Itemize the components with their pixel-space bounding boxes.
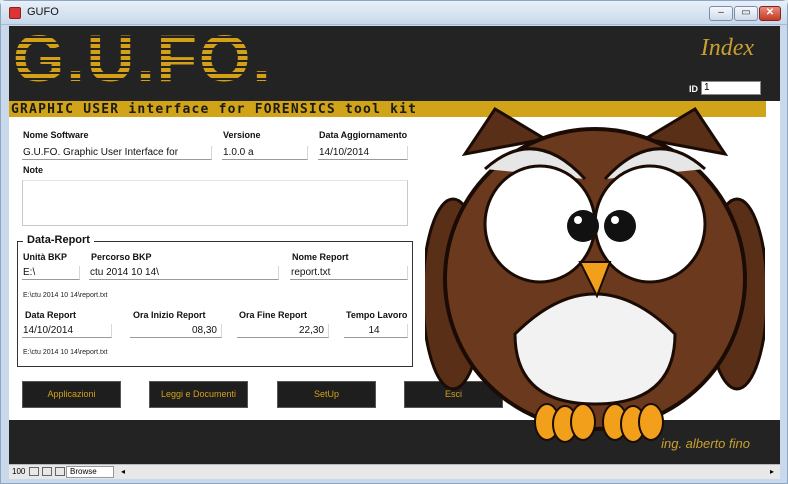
app-icon xyxy=(9,7,21,19)
scroll-left-icon[interactable]: ◂ xyxy=(121,467,125,476)
software-name-label: Nome Software xyxy=(23,130,89,140)
zoom-level[interactable]: 100 xyxy=(12,467,25,476)
update-date-field[interactable]: 14/10/2014 xyxy=(318,146,408,160)
report-path-text-2: E:\ctu 2014 10 14\report.txt xyxy=(23,349,108,356)
report-name-field[interactable]: report.txt xyxy=(290,266,408,280)
id-field[interactable]: 1 xyxy=(701,81,761,95)
path-bkp-label: Percorso BKP xyxy=(91,252,152,262)
notes-label: Note xyxy=(23,165,43,175)
unit-bkp-label: Unità BKP xyxy=(23,252,68,262)
gufo-logo: G.U.FO. xyxy=(13,26,273,96)
header-band: G.U.FO. Index ID 1 xyxy=(9,26,780,101)
page-title: Index xyxy=(700,35,754,61)
layout-mode-icon[interactable] xyxy=(55,467,65,476)
zoom-out-icon[interactable] xyxy=(29,467,39,476)
end-time-label: Ora Fine Report xyxy=(239,310,308,320)
window-title: GUFO xyxy=(27,6,59,18)
update-date-label: Data Aggiornamento xyxy=(319,130,408,140)
maximize-button[interactable]: ▭ xyxy=(734,6,758,21)
close-button[interactable]: ✕ xyxy=(759,6,781,21)
software-name-field[interactable]: G.U.FO. Graphic User Interface for xyxy=(22,146,212,160)
report-path-text: E:\ctu 2014 10 14\report.txt xyxy=(23,292,108,299)
applicazioni-button[interactable]: Applicazioni xyxy=(22,381,121,408)
version-label: Versione xyxy=(223,130,261,140)
work-time-label: Tempo Lavoro xyxy=(346,310,408,320)
unit-bkp-field[interactable]: E:\ xyxy=(22,266,80,280)
layout-area: G.U.FO. Index ID 1 GRAPHIC USER interfac… xyxy=(9,26,780,464)
report-date-label: Data Report xyxy=(25,310,77,320)
end-time-field[interactable]: 22,30 xyxy=(237,324,329,338)
leggi-documenti-button[interactable]: Leggi e Documenti xyxy=(149,381,248,408)
work-time-field[interactable]: 14 xyxy=(344,324,408,338)
zoom-in-icon[interactable] xyxy=(42,467,52,476)
title-bar[interactable]: GUFO ‒ ▭ ✕ xyxy=(1,1,787,25)
path-bkp-field[interactable]: ctu 2014 10 14\ xyxy=(89,266,279,280)
version-field[interactable]: 1.0.0 a xyxy=(222,146,308,160)
report-name-label: Nome Report xyxy=(292,252,349,262)
app-window: GUFO ‒ ▭ ✕ G.U.FO. Index ID 1 GRAPHIC US… xyxy=(0,0,788,484)
start-time-label: Ora Inizio Report xyxy=(133,310,206,320)
mode-select[interactable]: Browse xyxy=(66,466,114,478)
status-bar: 100 Browse ◂ ▸ xyxy=(9,464,780,479)
data-report-title: Data-Report xyxy=(23,234,94,246)
owl-mascot-image xyxy=(425,106,765,443)
id-label: ID xyxy=(689,84,698,94)
notes-field[interactable] xyxy=(22,180,408,226)
subtitle-text: GRAPHIC USER interface for FORENSICS too… xyxy=(11,102,418,117)
minimize-button[interactable]: ‒ xyxy=(709,6,733,21)
setup-button[interactable]: SetUp xyxy=(277,381,376,408)
start-time-field[interactable]: 08,30 xyxy=(130,324,222,338)
scroll-right-icon[interactable]: ▸ xyxy=(770,467,774,476)
report-date-field[interactable]: 14/10/2014 xyxy=(22,324,112,338)
